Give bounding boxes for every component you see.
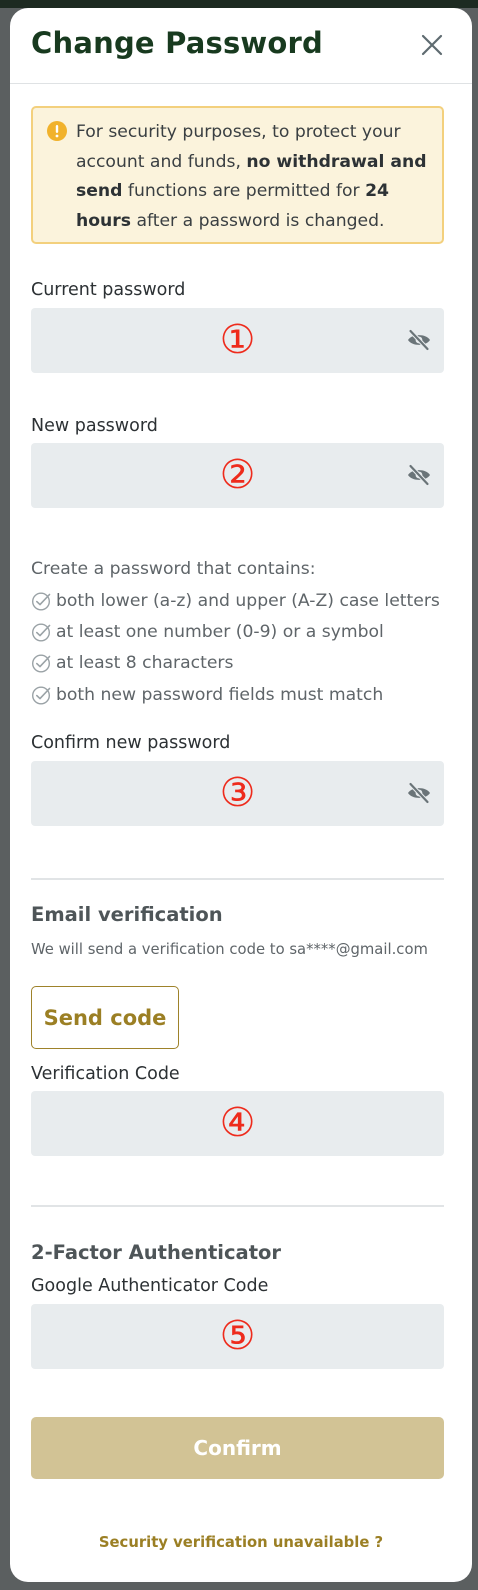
google-authenticator-input[interactable] <box>31 1304 444 1369</box>
notice-text: For security purposes, to protect your a… <box>76 122 427 231</box>
google-authenticator-label: Google Authenticator Code <box>31 1276 269 1296</box>
new-password-label: New password <box>31 416 158 436</box>
close-button[interactable] <box>419 32 445 58</box>
section-divider <box>31 878 444 880</box>
eye-off-icon <box>408 781 430 805</box>
requirement-item: at least 8 characters <box>31 648 440 679</box>
password-requirements-list: both lower (a-z) and upper (A-Z) case le… <box>31 585 440 710</box>
confirm-password-field: ③ <box>31 761 444 826</box>
email-verification-title: Email verification <box>31 903 223 926</box>
check-circle-icon <box>31 654 51 673</box>
requirement-item: both new password fields must match <box>31 679 440 710</box>
exclamation-circle-icon <box>47 121 67 141</box>
toggle-confirm-password-visibility[interactable] <box>406 780 432 806</box>
confirm-password-input[interactable] <box>31 761 444 826</box>
new-password-field: ② <box>31 443 444 508</box>
security-verification-unavailable-link[interactable]: Security verification unavailable ? <box>10 1534 472 1551</box>
current-password-field: ① <box>31 308 444 373</box>
dialog-header: Change Password <box>10 8 472 84</box>
current-password-label: Current password <box>31 280 186 300</box>
current-password-input[interactable] <box>31 308 444 373</box>
eye-off-icon <box>408 463 430 487</box>
confirm-button[interactable]: Confirm <box>31 1417 444 1479</box>
toggle-new-password-visibility[interactable] <box>406 462 432 488</box>
email-verification-description: We will send a verification code to sa**… <box>31 941 428 958</box>
verification-code-label: Verification Code <box>31 1064 180 1084</box>
check-circle-icon <box>31 592 51 611</box>
close-icon <box>421 34 443 56</box>
dialog-title: Change Password <box>31 26 324 60</box>
new-password-input[interactable] <box>31 443 444 508</box>
security-notice: For security purposes, to protect your a… <box>31 106 444 244</box>
check-circle-icon <box>31 623 51 642</box>
two-factor-title: 2-Factor Authenticator <box>31 1241 282 1264</box>
change-password-dialog: Change Password For security purposes, t… <box>10 8 472 1582</box>
requirement-item: at least one number (0-9) or a symbol <box>31 616 440 647</box>
confirm-password-label: Confirm new password <box>31 733 231 753</box>
verification-code-field: ④ <box>31 1091 444 1156</box>
send-code-button[interactable]: Send code <box>31 986 179 1049</box>
requirement-item: both lower (a-z) and upper (A-Z) case le… <box>31 585 440 616</box>
verification-code-input[interactable] <box>31 1091 444 1156</box>
eye-off-icon <box>408 328 430 352</box>
toggle-current-password-visibility[interactable] <box>406 327 432 353</box>
check-circle-icon <box>31 686 51 705</box>
password-requirements-intro: Create a password that contains: <box>31 559 316 579</box>
google-authenticator-field: ⑤ <box>31 1304 444 1369</box>
top-status-bar <box>0 0 478 8</box>
section-divider <box>31 1205 444 1207</box>
